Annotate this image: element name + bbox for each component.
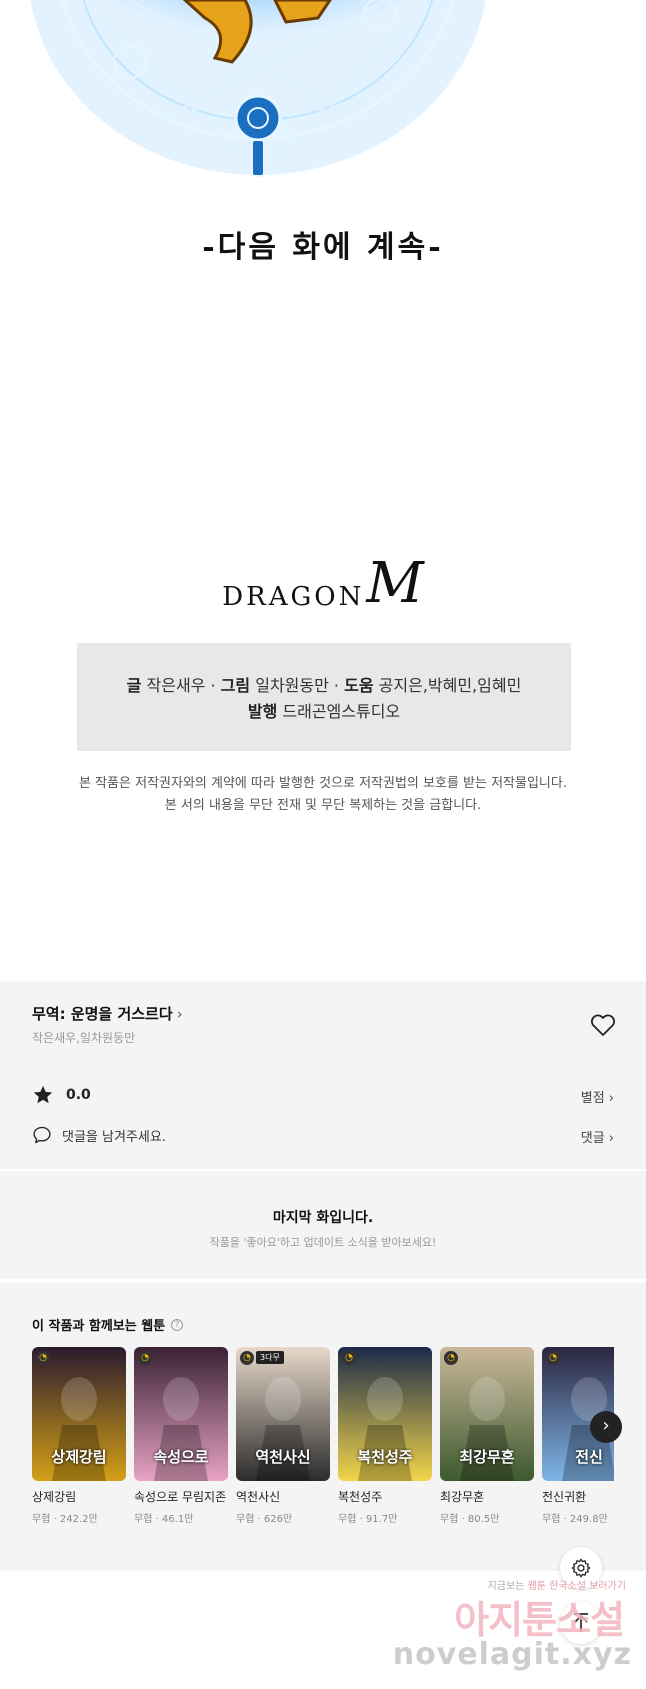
- magic-circle-illustration: [30, 0, 486, 177]
- credits-line-2: 발행 드래곤엠스튜디오: [77, 699, 571, 725]
- publisher-name: 드래곤엠스튜디오: [282, 702, 401, 721]
- heart-icon[interactable]: [590, 1013, 616, 1037]
- recommendation-title: 역천사신: [236, 1490, 281, 1504]
- last-episode-notice: 마지막 화입니다. 작품을 '좋아요'하고 업데이트 소식을 받아보세요!: [0, 1171, 646, 1279]
- clock-icon: ◔: [36, 1351, 50, 1365]
- thumbnail-title-art: 최강무혼: [459, 1448, 515, 1466]
- publisher-logo: DRAGONM: [0, 556, 646, 616]
- comic-panel: [0, 0, 646, 190]
- recommendations-title: 이 작품과 함께보는 웹툰 ?: [32, 1315, 184, 1334]
- assist-label: 도움: [344, 676, 374, 695]
- scroll-top-button[interactable]: [560, 1602, 602, 1644]
- help-icon[interactable]: ?: [171, 1318, 184, 1331]
- comment-prompt-button[interactable]: 댓글을 남겨주세요.: [32, 1123, 166, 1147]
- watermark-line-1: 지금보는 웹툰 한국소설 보러가기: [488, 1577, 626, 1592]
- last-episode-subtitle: 작품을 '좋아요'하고 업데이트 소식을 받아보세요!: [209, 1236, 437, 1249]
- work-authors: 작은새우,일차원동만: [32, 1031, 136, 1045]
- recommendation-thumbnail: 역천사신 ◔ 3다무: [236, 1347, 330, 1481]
- recommendations-section: 이 작품과 함께보는 웹툰 ? 상제강림 ◔ 상제강림무협 · 242.2만 속성으로…: [0, 1283, 646, 1571]
- rate-link[interactable]: 별점 ›: [581, 1087, 614, 1106]
- clock-icon: ◔: [342, 1351, 356, 1365]
- recommendation-thumbnail: 상제강림 ◔: [32, 1347, 126, 1481]
- thumbnail-title-art: 속성으로: [153, 1448, 209, 1466]
- clock-icon: ◔: [546, 1351, 560, 1365]
- work-title-link[interactable]: 무역: 운명을 거스르다 ›: [32, 1003, 183, 1024]
- thumbnail-title-art: 상제강림: [51, 1448, 107, 1466]
- recommendation-meta: 무협 · 80.5만: [440, 1514, 500, 1525]
- rating-display: 0.0: [32, 1083, 91, 1107]
- watermark-text: 지금보는: [487, 1581, 525, 1592]
- publisher-label: 발행: [247, 702, 278, 721]
- logo-mark: M: [366, 551, 424, 616]
- recommendation-title: 속성으로 무림지존: [134, 1490, 227, 1504]
- recommendation-thumbnail: 최강무혼 ◔: [440, 1347, 534, 1481]
- arrow-up-icon: [574, 1613, 588, 1632]
- work-title: 무역: 운명을 거스르다: [32, 1005, 173, 1023]
- chevron-right-icon: ›: [176, 1005, 183, 1023]
- recommendation-card[interactable]: 복천성주 ◔ 복천성주무협 · 91.7만: [338, 1347, 432, 1525]
- clock-icon: ◔: [444, 1351, 458, 1365]
- thumbnail-title-art: 복천성주: [357, 1448, 413, 1466]
- artist-label: 그림: [220, 676, 251, 695]
- recommendation-meta: 무협 · 91.7만: [338, 1514, 398, 1525]
- recommendations-heading: 이 작품과 함께보는 웹툰: [32, 1319, 166, 1334]
- recommendation-card[interactable]: 속성으로 ◔ 속성으로 무림지존무협 · 46.1만: [134, 1347, 228, 1525]
- chevron-right-icon[interactable]: ›: [590, 1411, 622, 1443]
- gear-icon: [571, 1558, 591, 1578]
- credits-box: 글 작은새우 · 그림 일차원동만 · 도움 공지은,박혜민,임혜민 발행 드래…: [77, 643, 571, 751]
- watermark-text: 웹툰: [527, 1581, 546, 1592]
- copyright-line-1: 본 작품은 저작권자와의 계약에 따라 발행한 것으로 저작권법의 보호를 받는…: [79, 776, 567, 791]
- artist-name: 일차원동만: [255, 676, 329, 695]
- star-icon: [33, 1085, 53, 1104]
- recommendation-card[interactable]: 최강무혼 ◔ 최강무혼무협 · 80.5만: [440, 1347, 534, 1525]
- recommendation-title: 최강무혼: [440, 1490, 485, 1504]
- settings-button[interactable]: [560, 1547, 602, 1589]
- logo-wordmark: DRAGON: [222, 582, 365, 612]
- assist-names: 공지은,박혜민,임혜민: [378, 676, 522, 695]
- recommendation-card[interactable]: 역천사신 ◔ 3다무역천사신무협 · 626만: [236, 1347, 330, 1525]
- recommendations-list: 상제강림 ◔ 상제강림무협 · 242.2만 속성으로 ◔ 속성으로 무림지존무협 · 4…: [32, 1347, 614, 1567]
- recommendation-title: 복천성주: [338, 1490, 383, 1504]
- recommendation-meta: 무협 · 249.8만: [542, 1514, 608, 1525]
- watermark: 지금보는 웹툰 한국소설 보러가기 아지툰소설 novelagit.xyz: [393, 1577, 646, 1689]
- recommendation-title: 상제강림: [32, 1490, 77, 1504]
- copyright-line-2: 본 서의 내용을 무단 전재 및 무단 복제하는 것을 금합니다.: [164, 798, 482, 813]
- recommendation-thumbnail: 속성으로 ◔: [134, 1347, 228, 1481]
- thumbnail-title-art: 전신: [575, 1448, 603, 1466]
- comment-prompt-text: 댓글을 남겨주세요.: [62, 1129, 166, 1145]
- recommendation-meta: 무협 · 242.2만: [32, 1514, 98, 1525]
- work-info-section: 무역: 운명을 거스르다 › 작은새우,일차원동만 0.0 별점 › 댓글을 남겨…: [0, 981, 646, 1169]
- clock-icon: ◔: [240, 1351, 254, 1365]
- recommendation-meta: 무협 · 46.1만: [134, 1514, 194, 1525]
- clock-icon: ◔: [138, 1351, 152, 1365]
- recommendation-thumbnail: 복천성주 ◔: [338, 1347, 432, 1481]
- recommendation-card[interactable]: 상제강림 ◔ 상제강림무협 · 242.2만: [32, 1347, 126, 1525]
- recommendation-title: 전신귀환: [542, 1490, 587, 1504]
- credits-line-1: 글 작은새우 · 그림 일차원동만 · 도움 공지은,박혜민,임혜민: [77, 673, 571, 699]
- comments-link[interactable]: 댓글 ›: [581, 1127, 614, 1146]
- thumbnail-title-art: 역천사신: [255, 1448, 311, 1466]
- separator: ·: [333, 676, 340, 695]
- writer-label: 글: [126, 676, 142, 695]
- last-episode-title: 마지막 화입니다.: [272, 1210, 374, 1226]
- rating-value: 0.0: [66, 1087, 91, 1103]
- copyright-notice: 본 작품은 저작권자와의 계약에 따라 발행한 것으로 저작권법의 보호를 받는…: [0, 773, 646, 817]
- recommendation-meta: 무협 · 626만: [236, 1514, 293, 1525]
- writer-name: 작은새우: [146, 676, 206, 695]
- free-badge: 3다무: [256, 1351, 284, 1364]
- to-be-continued-text: -다음 화에 계속-: [202, 230, 444, 265]
- comment-icon: [33, 1126, 51, 1144]
- separator: ·: [210, 676, 216, 695]
- watermark-url: novelagit.xyz: [392, 1637, 632, 1672]
